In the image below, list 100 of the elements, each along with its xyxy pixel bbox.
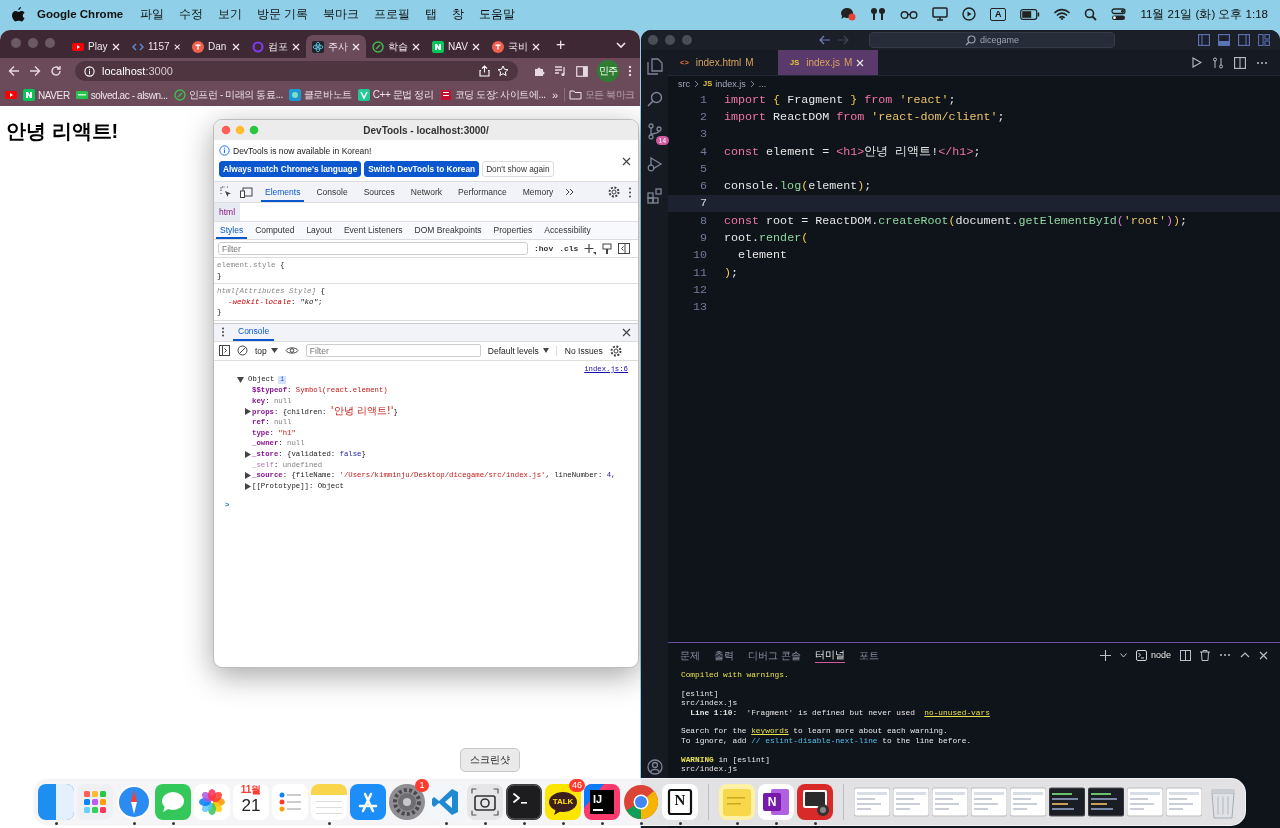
breadcrumb-item[interactable]: src [678, 78, 690, 89]
banner-button[interactable]: Don't show again [482, 161, 554, 177]
side-panel-icon[interactable] [576, 65, 588, 77]
device-icon[interactable] [240, 186, 253, 198]
banner-button[interactable]: Always match Chrome's language [219, 161, 362, 177]
plus-icon[interactable] [1099, 649, 1111, 661]
window-thumbnail[interactable] [971, 784, 1007, 820]
menu-item[interactable]: 파일 [140, 6, 165, 22]
window-thumbnail[interactable] [1127, 784, 1163, 820]
panel-tab[interactable]: 포트 [858, 647, 879, 663]
panel-tab[interactable]: Computed [251, 222, 299, 239]
profile-button[interactable]: 민주 [597, 60, 619, 82]
window-controls[interactable] [221, 125, 259, 135]
hov-toggle[interactable]: :hov [534, 244, 554, 253]
terminal-icon[interactable] [506, 784, 542, 820]
levels-dropdown[interactable]: Default levels [487, 345, 549, 356]
menu-item[interactable]: 프로필 [374, 6, 411, 22]
run-debug-icon[interactable] [646, 156, 663, 172]
context-dropdown[interactable]: top [255, 345, 278, 356]
breadcrumb-item[interactable]: ... [758, 78, 767, 89]
apple-logo-icon[interactable] [12, 6, 25, 22]
bookmark[interactable]: 코딩 도장: 사이트에... [439, 88, 546, 102]
plus-icon[interactable] [584, 242, 597, 255]
app-menu[interactable]: Google Chrome [37, 8, 124, 20]
browser-tab[interactable]: 학습 [366, 35, 426, 58]
panel-tab[interactable]: Layout [302, 222, 336, 239]
browser-tab[interactable]: 1157 [126, 35, 186, 58]
more-icon[interactable] [221, 327, 225, 337]
settings-icon[interactable] [608, 186, 620, 198]
more-icon[interactable] [1256, 60, 1268, 65]
window-thumbnail[interactable] [854, 784, 890, 820]
settings-icon[interactable] [609, 344, 622, 357]
window-thumbnail[interactable] [1088, 784, 1124, 820]
menu-item[interactable]: 수정 [179, 6, 204, 22]
camera-icon[interactable] [797, 784, 833, 820]
eye-icon[interactable] [284, 346, 299, 355]
inspect-icon[interactable] [220, 186, 232, 198]
earbuds-icon[interactable] [869, 7, 886, 21]
panel-tab[interactable]: 터미널 [814, 647, 845, 663]
filter-field[interactable]: Filter [218, 242, 528, 255]
close-icon[interactable] [622, 156, 631, 166]
command-center[interactable]: dicegame [869, 32, 1115, 48]
app-grid-icon[interactable] [77, 784, 113, 820]
panel-tab[interactable]: Styles [216, 222, 248, 239]
notebook-icon[interactable]: N [662, 784, 698, 820]
more-icon[interactable] [628, 186, 632, 198]
branch-icon[interactable] [646, 123, 663, 140]
bookmark[interactable]: 인프런 - 미래의 동료... [173, 88, 283, 102]
play-circle-icon[interactable] [961, 7, 976, 21]
panel-tab[interactable]: 문제 [680, 647, 700, 663]
share-icon[interactable] [479, 65, 490, 77]
more-icon[interactable] [628, 65, 632, 77]
more-icon[interactable] [1219, 653, 1231, 657]
sidebar-toggle-icon[interactable] [1198, 34, 1210, 46]
control-center-icon[interactable] [1111, 7, 1127, 21]
star-icon[interactable] [497, 65, 509, 77]
bookmark[interactable]: NAVER [23, 89, 70, 101]
menu-item[interactable]: 도움말 [479, 6, 516, 22]
collapsed-triangle-icon[interactable] [245, 482, 251, 490]
browser-tab[interactable]: Dan [186, 35, 246, 58]
panel-tab[interactable]: Accessibility [540, 222, 595, 239]
window-thumbnail[interactable] [1166, 784, 1202, 820]
input-source[interactable]: A [989, 7, 1007, 21]
panel-toggle-icon[interactable] [1218, 34, 1230, 46]
bookmark[interactable]: C++ 문법 정리 [357, 88, 434, 102]
reload-icon[interactable] [50, 65, 62, 77]
account-icon[interactable] [646, 759, 663, 775]
browser-tab[interactable]: 국비 [486, 35, 546, 58]
browser-tab[interactable]: 컴포 [246, 35, 306, 58]
window-thumbnail[interactable] [1010, 784, 1046, 820]
sidebar-icon[interactable] [618, 243, 631, 254]
menu-item[interactable]: 북마크 [323, 6, 360, 22]
devtools-tab[interactable]: Network [406, 182, 446, 202]
search-icon[interactable] [646, 91, 663, 107]
split-terminal-icon[interactable] [1180, 649, 1191, 661]
brush-icon[interactable] [602, 242, 613, 255]
window-thumbnail[interactable] [1049, 784, 1085, 820]
compass-icon[interactable] [116, 784, 152, 820]
devtools-tab[interactable]: Memory [518, 182, 558, 202]
battery-icon[interactable] [1020, 8, 1041, 20]
panel-tab[interactable]: 디버그 콘솔 [748, 647, 801, 663]
menu-item[interactable]: 방문 기록 [257, 6, 309, 22]
panel-tab[interactable]: 출력 [714, 647, 734, 663]
compare-icon[interactable] [1212, 56, 1224, 69]
devtools-tab[interactable]: Performance [454, 182, 511, 202]
glasses-icon[interactable] [899, 9, 918, 19]
menu-item[interactable]: 창 [452, 6, 465, 22]
display-icon[interactable] [931, 7, 948, 21]
wifi-icon[interactable] [1054, 8, 1071, 20]
split-editor-icon[interactable] [1234, 56, 1246, 69]
address-bar[interactable]: localhost:3000 [75, 61, 518, 81]
chevron-up-icon[interactable] [1240, 652, 1250, 658]
calendar-icon[interactable]: 11월 21 [233, 784, 269, 820]
browser-tab[interactable]: 주사 [306, 35, 366, 58]
media-list-icon[interactable] [554, 65, 567, 77]
devtools-tab[interactable]: Sources [359, 182, 399, 202]
window-thumbnail[interactable] [932, 784, 968, 820]
window-thumbnail[interactable] [893, 784, 929, 820]
panel-tab[interactable]: Event Listeners [339, 222, 407, 239]
run-icon[interactable] [1192, 57, 1202, 68]
